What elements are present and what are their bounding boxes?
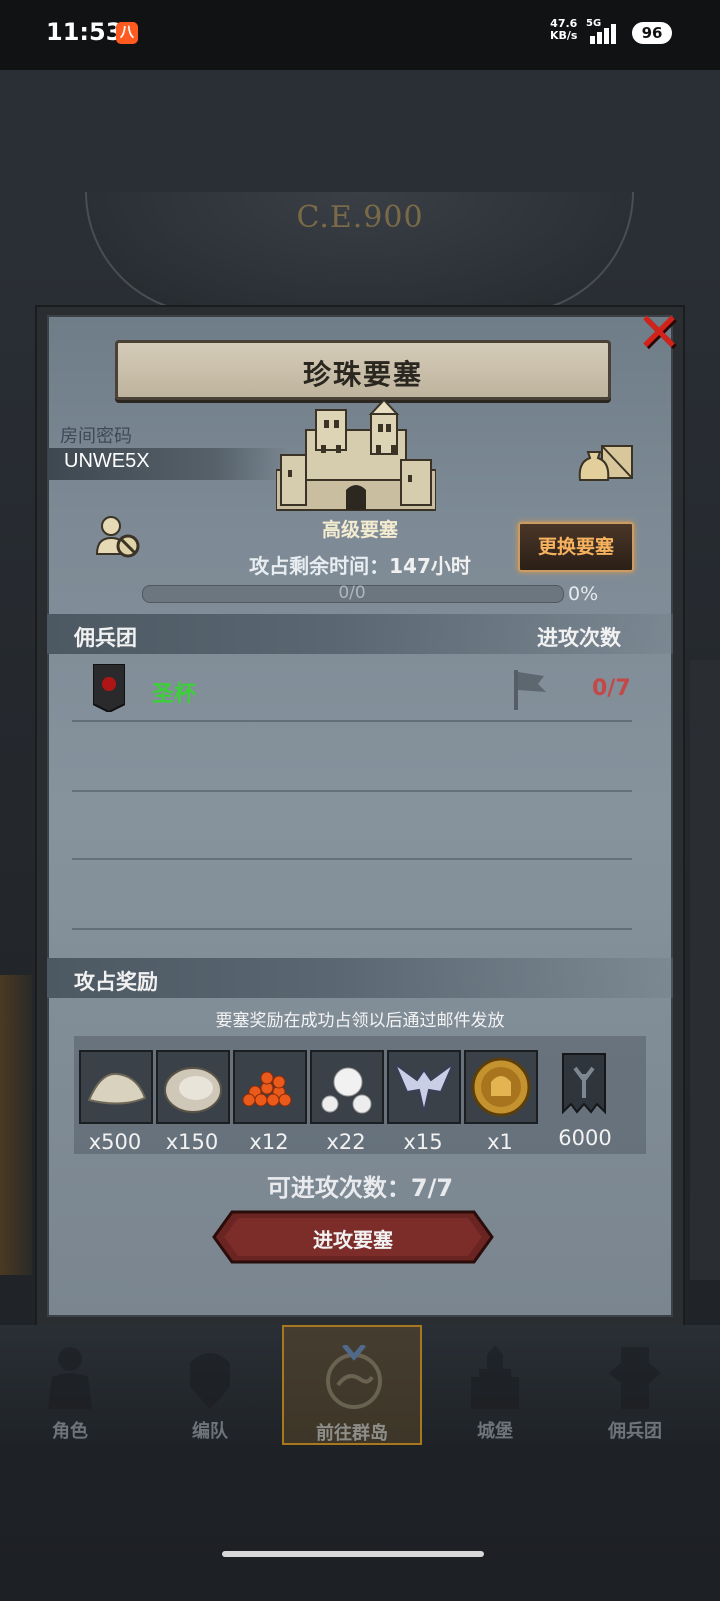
nav-item-castle[interactable]: 城堡 — [425, 1325, 565, 1445]
status-bar: 11:53 八 47.6 KB/s 5G 96 — [0, 0, 720, 70]
character-icon — [48, 1347, 92, 1409]
clock: 11:53 — [46, 18, 123, 46]
oyster-icon — [156, 1050, 230, 1124]
nav-item-mercenary[interactable]: 佣兵团 — [565, 1325, 705, 1445]
progress-percent: 0% — [568, 583, 599, 605]
nav-label: 编队 — [192, 1421, 228, 1442]
room-code-label: 房间密码 — [60, 426, 132, 447]
reward-qty: x1 — [487, 1130, 513, 1154]
guild-name: 圣杯 — [152, 682, 197, 707]
nav-item-character[interactable]: 角色 — [0, 1325, 140, 1445]
reward-item[interactable]: x500 — [79, 1050, 153, 1154]
reward-item[interactable]: x1 — [464, 1050, 538, 1154]
era-label: C.E.900 — [296, 200, 424, 235]
reward-item[interactable]: 6000 — [549, 1050, 621, 1150]
reward-qty: 6000 — [558, 1126, 612, 1150]
formation-icon — [190, 1353, 230, 1409]
row-divider — [72, 790, 632, 792]
reward-item[interactable]: x12 — [233, 1050, 307, 1154]
island-icon — [326, 1345, 382, 1409]
reward-qty: x12 — [249, 1130, 289, 1154]
reward-item[interactable]: x150 — [156, 1050, 230, 1154]
nav-label: 佣兵团 — [608, 1421, 662, 1442]
mercenary-section-title: 佣兵团 — [74, 626, 137, 650]
mercenary-icon — [609, 1347, 661, 1409]
reward-item[interactable]: x15 — [387, 1050, 461, 1154]
nav-item-islands[interactable]: 前往群岛 — [282, 1325, 422, 1445]
knight-coin-icon — [464, 1050, 538, 1124]
title-plate: 珍珠要塞 — [115, 340, 611, 400]
battery-icon: 96 — [632, 22, 672, 44]
row-divider — [72, 720, 632, 722]
dialog-title: 珍珠要塞 — [302, 358, 423, 391]
pearls-icon — [310, 1050, 384, 1124]
castle-icon — [471, 1345, 519, 1409]
reward-qty: x22 — [326, 1130, 366, 1154]
home-indicator[interactable] — [222, 1551, 484, 1557]
reward-item[interactable]: x22 — [310, 1050, 384, 1154]
attack-count-header: 进攻次数 — [537, 626, 621, 650]
fortress-icon — [276, 400, 436, 511]
reward-section-title: 攻占奖励 — [74, 970, 158, 994]
nav-label: 城堡 — [477, 1421, 513, 1442]
change-fortress-button[interactable]: 更换要塞 — [518, 522, 634, 572]
net-speed-unit: KB/s — [550, 29, 578, 42]
helmet-crest-icon — [387, 1050, 461, 1124]
banner-icon — [549, 1050, 619, 1120]
room-code: UNWE5X — [64, 450, 150, 472]
flour-pile-icon — [79, 1050, 153, 1124]
reward-qty: x15 — [403, 1130, 443, 1154]
reward-qty: x500 — [88, 1130, 142, 1154]
reward-note: 要塞奖励在成功占领以后通过邮件发放 — [215, 1011, 505, 1031]
attacks-available-label: 可进攻次数： — [266, 1174, 411, 1202]
reward-qty: x150 — [165, 1130, 219, 1154]
row-divider — [72, 858, 632, 860]
nav-label: 前往群岛 — [316, 1423, 388, 1444]
nav-item-formation[interactable]: 编队 — [140, 1325, 280, 1445]
guild-badge-icon — [93, 664, 125, 712]
nav-label: 角色 — [52, 1421, 88, 1442]
row-divider — [72, 928, 632, 930]
attack-count: 0/7 — [592, 676, 631, 701]
attacks-available: 可进攻次数：7/7 — [0, 1168, 720, 1203]
time-left-label: 攻占剩余时间： — [249, 554, 390, 578]
attacks-available-value: 7/7 — [410, 1174, 454, 1202]
supplies-icon[interactable] — [578, 440, 634, 484]
net-speed: 47.6 KB/s — [550, 18, 577, 42]
time-left-value: 147 — [389, 554, 431, 578]
privacy-person-icon[interactable] — [95, 514, 141, 560]
roe-icon — [233, 1050, 307, 1124]
time-left-unit: 小时 — [430, 554, 471, 578]
attack-fortress-label[interactable]: 进攻要塞 — [212, 1224, 494, 1253]
signal-icon — [588, 22, 618, 44]
close-button[interactable]: ✕ — [636, 306, 682, 360]
app-notification-icon: 八 — [116, 22, 138, 44]
progress-text: 0/0 — [338, 583, 366, 603]
flag-icon — [514, 670, 546, 710]
top-banner — [0, 70, 720, 195]
